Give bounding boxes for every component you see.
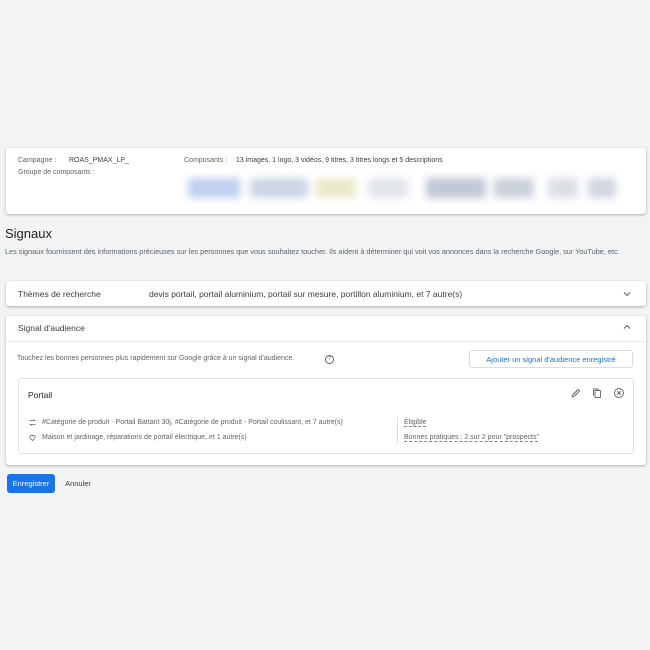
components-value: 13 images, 1 logo, 3 vidéos, 9 titres, 3… [236,157,443,164]
asset-group-summary: Campagne : ROAS_PMAX_LP_ Groupe de compo… [6,148,646,214]
chevron-down-icon[interactable] [621,288,633,300]
custom-segments-line: #Catégorie de produit - Portail Battant … [28,418,343,427]
section-description: Les signaux fournissent des informations… [5,247,620,256]
asset-thumbnails-preview [188,174,616,202]
asset-group-label: Groupe de composants : [18,169,95,176]
search-themes-value: devis portail, portail aluminium, portai… [149,289,463,299]
search-themes-label: Thèmes de recherche [18,289,101,299]
segments-icon [29,419,36,426]
cancel-button[interactable]: Annuler [58,474,98,493]
heart-icon [29,434,36,441]
add-saved-audience-signal-button[interactable]: Ajouter un signal d'audience enregistré [469,350,633,368]
audience-signal-name: Portail [28,390,53,400]
help-icon[interactable]: ? [325,355,334,364]
custom-segments-text: #Catégorie de produit - Portail Battant … [42,419,343,426]
edit-icon[interactable] [570,387,582,399]
copy-icon[interactable] [591,387,603,399]
campaign-label: Campagne : [18,157,57,164]
vertical-divider [397,417,398,443]
section-title: Signaux [5,226,52,241]
eligibility-status[interactable]: Éligible [404,419,427,426]
interests-line: Maison et jardinage, réparations de port… [28,433,247,442]
divider [6,341,646,342]
audience-signal-label: Signal d'audience [18,323,85,333]
audience-signal-panel: Signal d'audience Touchez les bonnes per… [6,316,646,465]
search-themes-panel[interactable]: Thèmes de recherche devis portail, porta… [6,281,646,306]
audience-signal-item: Portail #Catégorie de produit - Portail … [18,378,634,454]
remove-icon[interactable] [613,387,625,399]
chevron-up-icon[interactable] [621,321,633,333]
interests-text: Maison et jardinage, réparations de port… [42,434,247,441]
campaign-value: ROAS_PMAX_LP_ [69,157,129,164]
audience-hint: Touchez les bonnes personnes plus rapide… [17,355,295,362]
save-button[interactable]: Enregistrer [7,474,55,493]
components-label: Composants : [184,157,228,164]
best-practices-link[interactable]: Bonnes pratiques : 2 sur 2 pour "prospec… [404,434,539,441]
